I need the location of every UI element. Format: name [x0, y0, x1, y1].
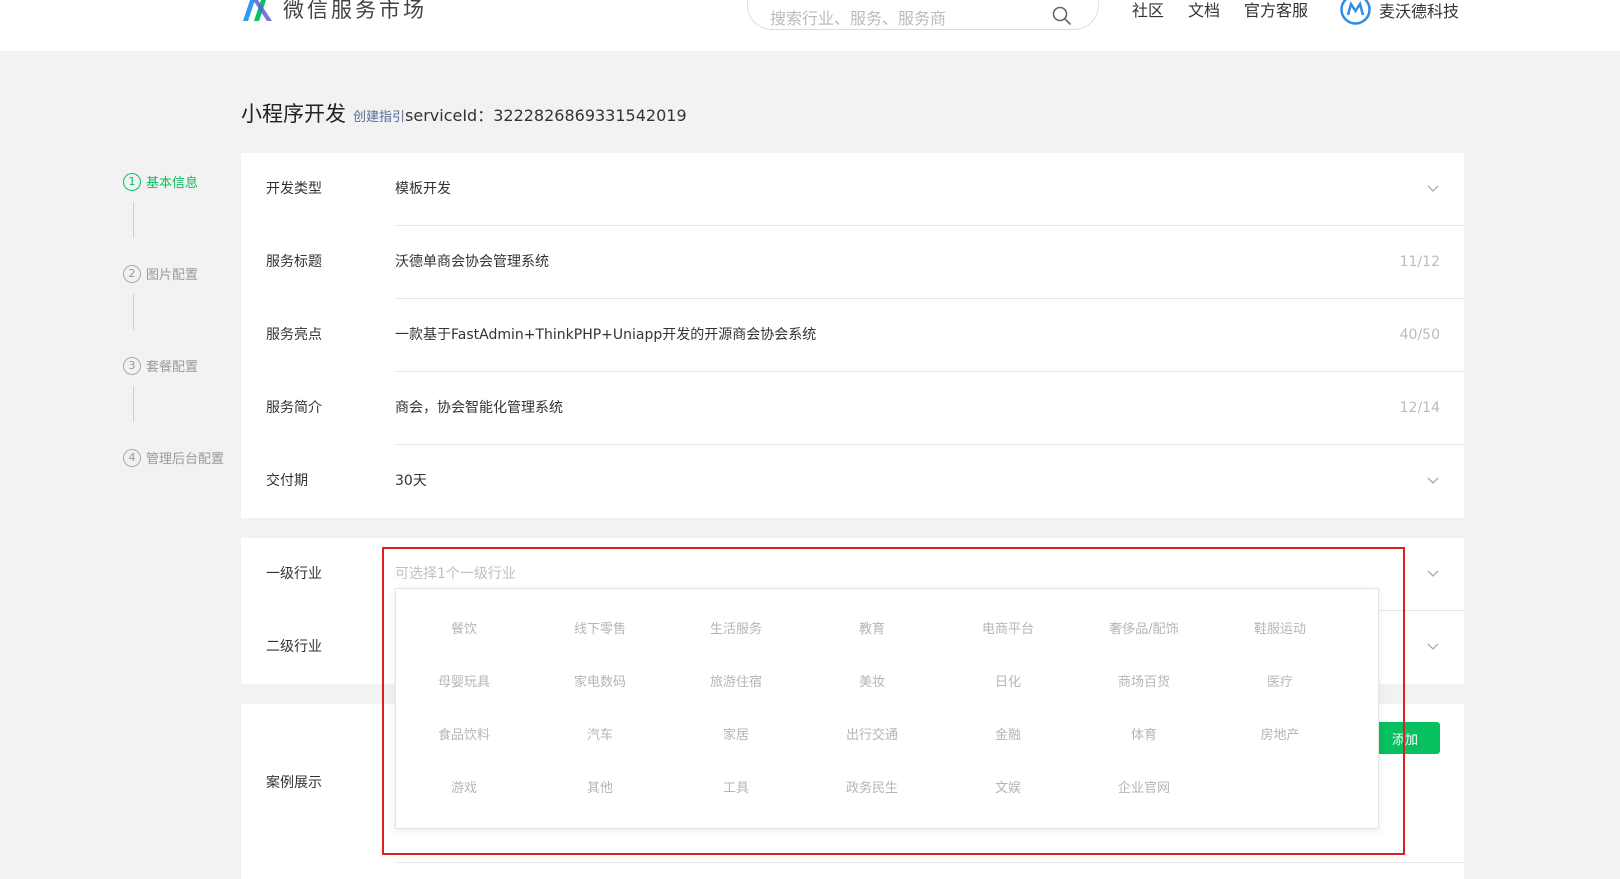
- nav-community[interactable]: 社区: [1132, 0, 1164, 21]
- service-intro-row: 服务简介 商会，协会智能化管理系统 12/14: [241, 372, 1464, 445]
- top-nav: 社区 文档 官方客服: [1132, 0, 1308, 21]
- step-basic-info[interactable]: 1 基本信息: [123, 172, 198, 191]
- search-placeholder[interactable]: 搜索行业、服务、服务商: [770, 5, 946, 29]
- step-label: 套餐配置: [146, 360, 199, 375]
- create-guide-link[interactable]: 创建指引: [353, 106, 405, 125]
- highlight-box: [382, 547, 1405, 855]
- step-label: 管理后台配置: [146, 452, 225, 467]
- service-id: serviceId：3222826869331542019: [405, 106, 687, 125]
- step-number: 4: [123, 448, 141, 467]
- step-connector: [133, 202, 134, 238]
- search-icon[interactable]: [1052, 6, 1072, 26]
- service-title-input[interactable]: 沃德单商会协会管理系统: [395, 226, 549, 299]
- divider: [395, 862, 1464, 863]
- nav-docs[interactable]: 文档: [1188, 0, 1220, 21]
- site-logo[interactable]: 微信服务市场: [241, 0, 427, 24]
- dev-type-select[interactable]: 模板开发: [395, 153, 451, 226]
- service-title-row: 服务标题 沃德单商会协会管理系统 11/12: [241, 226, 1464, 299]
- wechat-market-logo-icon: [243, 0, 272, 21]
- page-title: 小程序开发: [241, 102, 346, 126]
- chevron-down-icon[interactable]: [1426, 568, 1440, 578]
- step-label: 基本信息: [146, 176, 199, 191]
- step-number: 1: [123, 172, 141, 191]
- chevron-down-icon[interactable]: [1426, 183, 1440, 193]
- logo-text: 微信服务市场: [283, 0, 427, 22]
- step-connector: [133, 386, 134, 422]
- field-label: 服务亮点: [266, 327, 322, 343]
- step-connector: [133, 294, 134, 330]
- step-package-config[interactable]: 3 套餐配置: [123, 356, 198, 375]
- field-label: 服务简介: [266, 400, 322, 416]
- user-name: 麦沃德科技: [1379, 1, 1460, 21]
- step-label: 图片配置: [146, 268, 199, 283]
- user-menu[interactable]: 麦沃德科技: [1340, 0, 1459, 25]
- field-label: 交付期: [266, 473, 308, 489]
- avatar[interactable]: [1340, 0, 1371, 25]
- delivery-row[interactable]: 交付期 30天: [241, 445, 1464, 518]
- service-intro-input[interactable]: 商会，协会智能化管理系统: [395, 372, 563, 445]
- chevron-down-icon[interactable]: [1426, 641, 1440, 651]
- page-title-row: 小程序开发 创建指引 serviceId：3222826869331542019: [241, 98, 687, 128]
- nav-support[interactable]: 官方客服: [1244, 0, 1308, 21]
- dev-type-row[interactable]: 开发类型 模板开发: [241, 153, 1464, 226]
- char-counter: 11/12: [1399, 254, 1440, 270]
- top-header: 微信服务市场 搜索行业、服务、服务商 社区 文档 官方客服 麦沃德科技: [0, 0, 1620, 51]
- field-label: 服务标题: [266, 254, 322, 270]
- step-admin-config[interactable]: 4 管理后台配置: [123, 448, 224, 467]
- delivery-select[interactable]: 30天: [395, 445, 427, 518]
- chevron-down-icon[interactable]: [1426, 475, 1440, 485]
- step-number: 3: [123, 356, 141, 375]
- field-label: 二级行业: [266, 639, 322, 655]
- basic-info-card: 开发类型 模板开发 服务标题 沃德单商会协会管理系统 11/12 服务亮点 一款…: [241, 153, 1464, 518]
- service-highlight-input[interactable]: 一款基于FastAdmin+ThinkPHP+Uniapp开发的开源商会协会系统: [395, 299, 816, 372]
- service-highlight-row: 服务亮点 一款基于FastAdmin+ThinkPHP+Uniapp开发的开源商…: [241, 299, 1464, 372]
- field-label: 开发类型: [266, 181, 322, 197]
- step-image-config[interactable]: 2 图片配置: [123, 264, 198, 283]
- search-box[interactable]: 搜索行业、服务、服务商: [747, 0, 1099, 30]
- step-number: 2: [123, 264, 141, 283]
- char-counter: 40/50: [1399, 327, 1440, 343]
- case-display-label: 案例展示: [266, 775, 322, 791]
- field-label: 一级行业: [266, 566, 322, 582]
- char-counter: 12/14: [1399, 400, 1440, 416]
